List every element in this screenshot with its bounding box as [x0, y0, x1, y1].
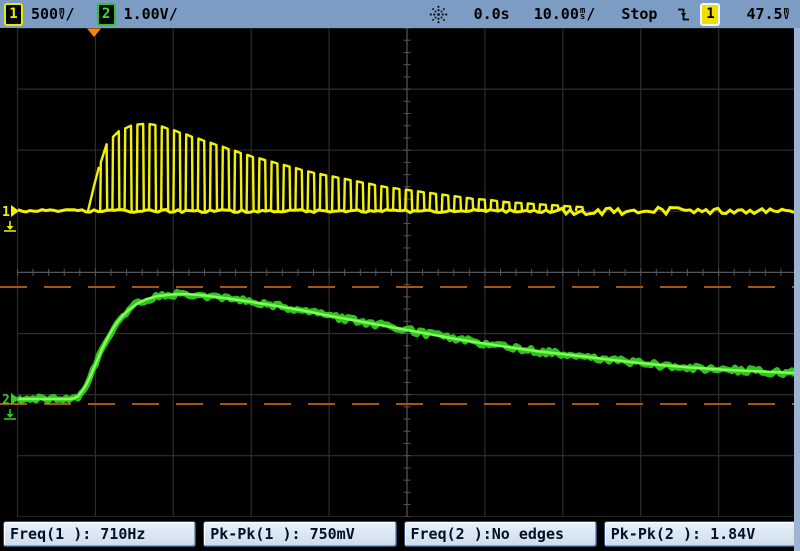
- timebase-readout[interactable]: 10.00ms/: [534, 5, 596, 23]
- measurement-freq-ch1[interactable]: Freq(1 ): 710Hz: [3, 521, 196, 547]
- timebase-value: 10.00: [534, 5, 579, 23]
- trigger-position-marker: [87, 29, 101, 38]
- trigger-level-readout[interactable]: 47.5mV: [746, 5, 790, 23]
- status-bar: 1 500mV/ 2 1.00V/ 0.0s: [0, 0, 800, 28]
- scope-display: 12: [0, 0, 800, 551]
- channel1-scale-suffix: /: [66, 5, 75, 23]
- oscilloscope-screen: 12 1 500mV/ 2 1.00V/: [0, 0, 800, 551]
- channel1-scale-unit: mV: [59, 8, 64, 21]
- trigger-level-unit: mV: [784, 8, 789, 21]
- ch2-reference-marker: 2: [2, 393, 10, 408]
- screen-edge-strip: [794, 28, 800, 551]
- measurement-pkpk-ch1[interactable]: Pk-Pk(1 ): 750mV: [203, 521, 396, 547]
- channel1-scale[interactable]: 500mV/: [31, 5, 75, 23]
- acquisition-activity-icon: [429, 5, 448, 24]
- measurement-pkpk-ch2[interactable]: Pk-Pk(2 ): 1.84V: [604, 521, 797, 547]
- trigger-slope-falling-icon[interactable]: [677, 6, 690, 23]
- channel2-badge[interactable]: 2: [97, 3, 116, 26]
- run-state-indicator[interactable]: Stop: [621, 5, 657, 23]
- timebase-suffix: /: [586, 5, 595, 23]
- channel1-badge[interactable]: 1: [4, 3, 23, 26]
- horizontal-delay-readout[interactable]: 0.0s: [474, 5, 510, 23]
- trigger-source-badge[interactable]: 1: [700, 3, 720, 26]
- trigger-level-value: 47.5: [746, 5, 782, 23]
- channel1-scale-value: 500: [31, 5, 58, 23]
- ch1-waveform: [88, 124, 583, 211]
- ch2-waveform-core: [18, 294, 794, 399]
- measurement-bar: Freq(1 ): 710Hz Pk-Pk(1 ): 750mV Freq(2 …: [0, 517, 800, 551]
- measurement-freq-ch2[interactable]: Freq(2 ):No edges: [404, 521, 597, 547]
- ch1-reference-marker: 1: [2, 205, 10, 220]
- channel2-scale[interactable]: 1.00V/: [124, 5, 178, 23]
- timebase-unit: ms: [580, 8, 585, 21]
